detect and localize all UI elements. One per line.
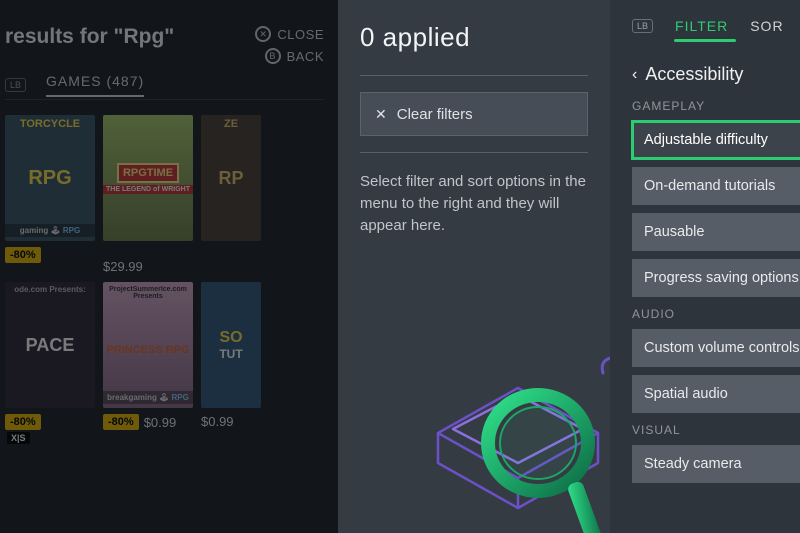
group-header-gameplay: GAMEPLAY (632, 99, 800, 113)
game-card[interactable]: ZE RP (201, 115, 261, 274)
game-card[interactable]: ode.com Presents: PACE -80% (5, 282, 95, 430)
discount-badge: -80% (5, 414, 41, 430)
filter-option-steady-camera[interactable]: Steady camera (632, 445, 800, 483)
game-card[interactable]: TORCYCLE RPG gaming 🕹 RPG -80% (5, 115, 95, 274)
filter-option-progress-saving[interactable]: Progress saving options (632, 259, 800, 297)
lb-bumper-icon: LB (5, 78, 26, 92)
x-button-icon: ✕ (255, 26, 271, 42)
discount-badge: -80% (5, 247, 41, 263)
game-grid: TORCYCLE RPG gaming 🕹 RPG -80% RPGTIME T… (5, 115, 338, 430)
tab-sort[interactable]: SOR (750, 18, 783, 34)
b-button-icon: B (265, 48, 281, 64)
group-header-visual: VISUAL (632, 423, 800, 437)
filter-sort-panel: LB FILTER SOR ‹ Accessibility GAMEPLAY A… (610, 0, 800, 533)
group-header-audio: AUDIO (632, 307, 800, 321)
results-header: results for "Rpg" (5, 25, 174, 49)
applied-count-title: 0 applied (360, 22, 588, 53)
filter-option-custom-volume[interactable]: Custom volume controls (632, 329, 800, 367)
result-tabs: LB GAMES (487) (5, 70, 324, 100)
clear-filters-label: Clear filters (397, 106, 473, 123)
filter-back-button[interactable]: ‹ Accessibility (632, 64, 800, 85)
game-card[interactable]: RPGTIME THE LEGEND of WRIGHT X|S $29.99 (103, 115, 193, 274)
discount-badge: -80% (103, 414, 139, 430)
tab-games[interactable]: GAMES (487) (46, 73, 144, 97)
back-label: BACK (287, 49, 324, 64)
price-label: $29.99 (103, 259, 143, 274)
filter-option-spatial-audio[interactable]: Spatial audio (632, 375, 800, 413)
filter-option-adjustable-difficulty[interactable]: Adjustable difficulty (632, 121, 800, 159)
filter-option-pausable[interactable]: Pausable (632, 213, 800, 251)
close-icon: ✕ (375, 106, 387, 123)
close-button[interactable]: ✕ CLOSE (255, 26, 324, 42)
back-button[interactable]: B BACK (255, 48, 324, 64)
search-results-panel: results for "Rpg" ✕ CLOSE B BACK LB GAME… (0, 0, 338, 533)
price-label: $0.99 (201, 414, 234, 429)
game-card[interactable]: SO TUT $0.99 (201, 282, 261, 430)
clear-filters-button[interactable]: ✕ Clear filters (360, 92, 588, 136)
filter-section-title: Accessibility (645, 64, 743, 85)
price-label: $0.99 (144, 415, 177, 430)
close-label: CLOSE (277, 27, 324, 42)
game-card[interactable]: ProjectSummerIce.com Presents PRINCESS R… (103, 282, 193, 430)
applied-filters-panel: 0 applied ✕ Clear filters Select filter … (338, 0, 610, 533)
filter-hint-text: Select filter and sort options in the me… (360, 171, 588, 236)
chevron-left-icon: ‹ (632, 66, 637, 84)
filter-option-on-demand-tutorials[interactable]: On-demand tutorials (632, 167, 800, 205)
tab-filter[interactable]: FILTER (675, 18, 728, 34)
xs-badge: X|S (7, 432, 30, 444)
lb-bumper-icon: LB (632, 19, 653, 33)
